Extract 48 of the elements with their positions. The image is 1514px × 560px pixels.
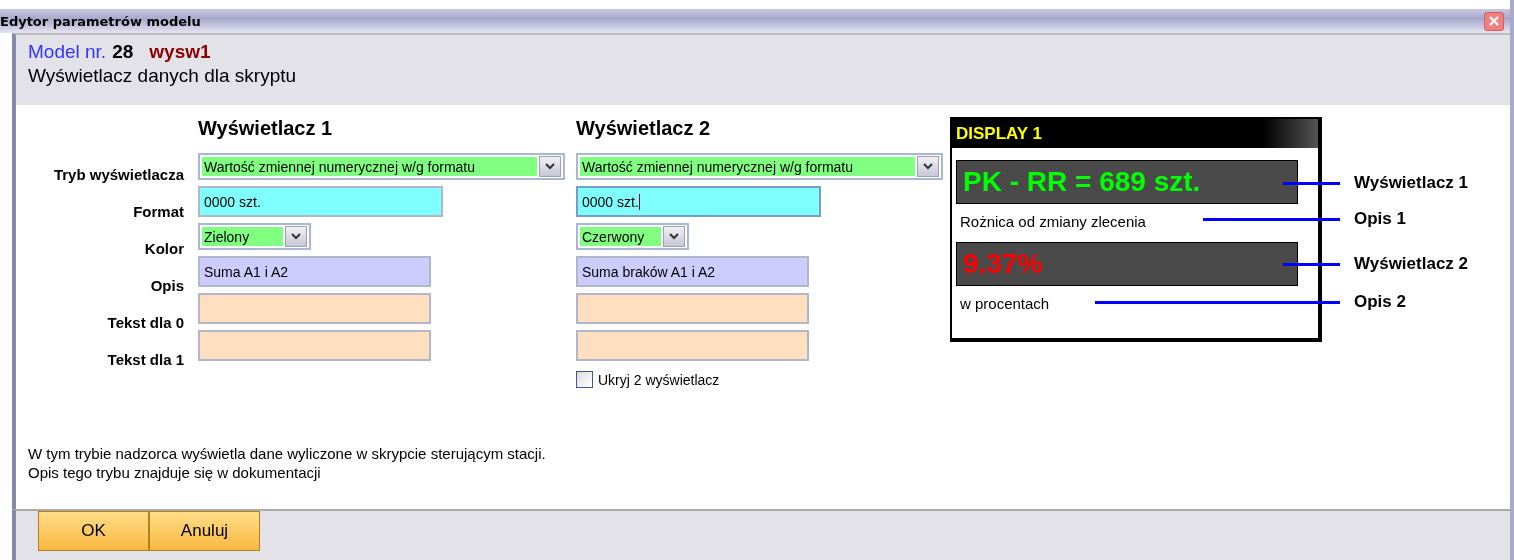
window-title: Edytor parametrów modelu (0, 13, 201, 29)
checkbox-label: Ukryj 2 wyświetlacz (598, 371, 720, 388)
leader-line (1283, 263, 1340, 266)
leader-line (1283, 182, 1340, 185)
text-field[interactable] (198, 293, 431, 324)
display-value: PK - RR = 689 szt. (963, 166, 1201, 198)
text-field[interactable] (576, 293, 809, 324)
field-label: Opis (150, 277, 184, 296)
format-field[interactable]: 0000 szt. (198, 186, 443, 217)
description-field[interactable]: Suma A1 i A2 (198, 256, 431, 287)
info-text: W tym trybie nadzorca wyświetla dane wyliczone w skrypcie sterującym stacji. (28, 445, 547, 462)
model-name: wysw1 (149, 41, 211, 63)
close-icon (1488, 15, 1500, 27)
annotation-label: Wyświetlacz 1 (1354, 173, 1469, 193)
model-label: Model nr. (28, 41, 107, 63)
display-description: Rożnica od zmiany zlecenia (959, 213, 1146, 232)
color-dropdown[interactable]: Zielony (198, 223, 311, 250)
annotation-label: Opis 2 (1354, 292, 1406, 312)
dialog-button[interactable]: OK (38, 511, 149, 551)
display-description: w procentach (959, 295, 1050, 314)
checkbox[interactable] (576, 371, 593, 388)
text-field[interactable] (198, 330, 431, 361)
caret-icon (545, 163, 555, 170)
format-field[interactable]: 0000 szt. (576, 186, 821, 217)
mode-dropdown[interactable]: Wartość zmiennej numerycznej w/g formatu (198, 153, 565, 180)
preview-title: DISPLAY 1 (956, 123, 1042, 144)
model-description: Wyświetlacz danych dla skryptu (28, 65, 298, 87)
caret-icon (291, 233, 301, 240)
column-heading: Wyświetlacz 1 (198, 117, 334, 141)
caret-icon (669, 233, 679, 240)
info-text: Opis tego trybu znajduje się w dokumentacji (28, 464, 322, 481)
annotation-label: Opis 1 (1354, 209, 1406, 229)
text-field[interactable] (576, 330, 809, 361)
annotation-label: Wyświetlacz 2 (1354, 254, 1469, 274)
column-heading: Wyświetlacz 2 (576, 117, 712, 141)
dialog-button[interactable]: Anuluj (149, 511, 260, 551)
field-label: Tekst dla 0 (107, 314, 184, 333)
field-label: Tekst dla 1 (107, 351, 184, 370)
field-label: Tryb wyświetlacza (53, 166, 184, 185)
model-number: 28 (112, 41, 134, 63)
description-field[interactable]: Suma braków A1 i A2 (576, 256, 809, 287)
close-button[interactable] (1484, 11, 1504, 31)
mode-dropdown[interactable]: Wartość zmiennej numerycznej w/g formatu (576, 153, 943, 180)
caret-icon (923, 163, 933, 170)
field-label: Kolor (144, 240, 184, 259)
field-label: Format (133, 203, 184, 222)
display-value: 9.37% (963, 248, 1043, 280)
color-dropdown[interactable]: Czerwony (576, 223, 689, 250)
